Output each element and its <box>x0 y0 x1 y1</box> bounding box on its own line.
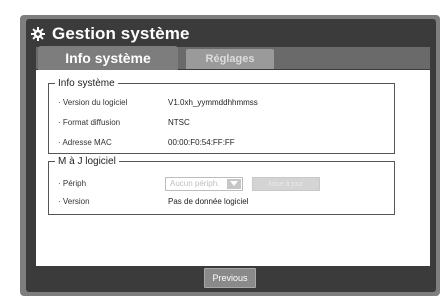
title-bar: Gestion système <box>30 22 190 46</box>
mac-address-label: · Adresse MAC <box>58 138 112 147</box>
mac-address-value: 00:00:F0:54:FF:FF <box>168 138 235 147</box>
window-title: Gestion système <box>52 24 190 43</box>
periph-dropdown[interactable]: Aucun périph. <box>165 177 243 191</box>
periph-dropdown-value: Aucun périph. <box>170 179 220 188</box>
version-label: · Version <box>58 197 90 206</box>
software-version-label: · Version du logiciel <box>58 98 128 107</box>
version-value: Pas de donnée logiciel <box>168 197 249 206</box>
broadcast-format-label: · Format diffusion <box>58 118 121 127</box>
maj-logiciel-legend: M à J logiciel <box>58 156 116 167</box>
broadcast-format-value: NTSC <box>168 118 190 127</box>
previous-button[interactable]: Previous <box>204 268 256 288</box>
tab-reglages[interactable]: Réglages <box>186 49 274 69</box>
software-version-value: V1.0xh_yymmddhhmmss <box>168 98 258 107</box>
gear-icon <box>31 27 45 41</box>
tab-info-systeme[interactable]: Info système <box>38 46 178 70</box>
update-button[interactable]: Mise à jour <box>252 177 320 191</box>
periph-label: · Périph <box>58 179 87 188</box>
chevron-down-icon[interactable] <box>227 179 241 189</box>
info-systeme-legend: Info système <box>58 78 115 89</box>
